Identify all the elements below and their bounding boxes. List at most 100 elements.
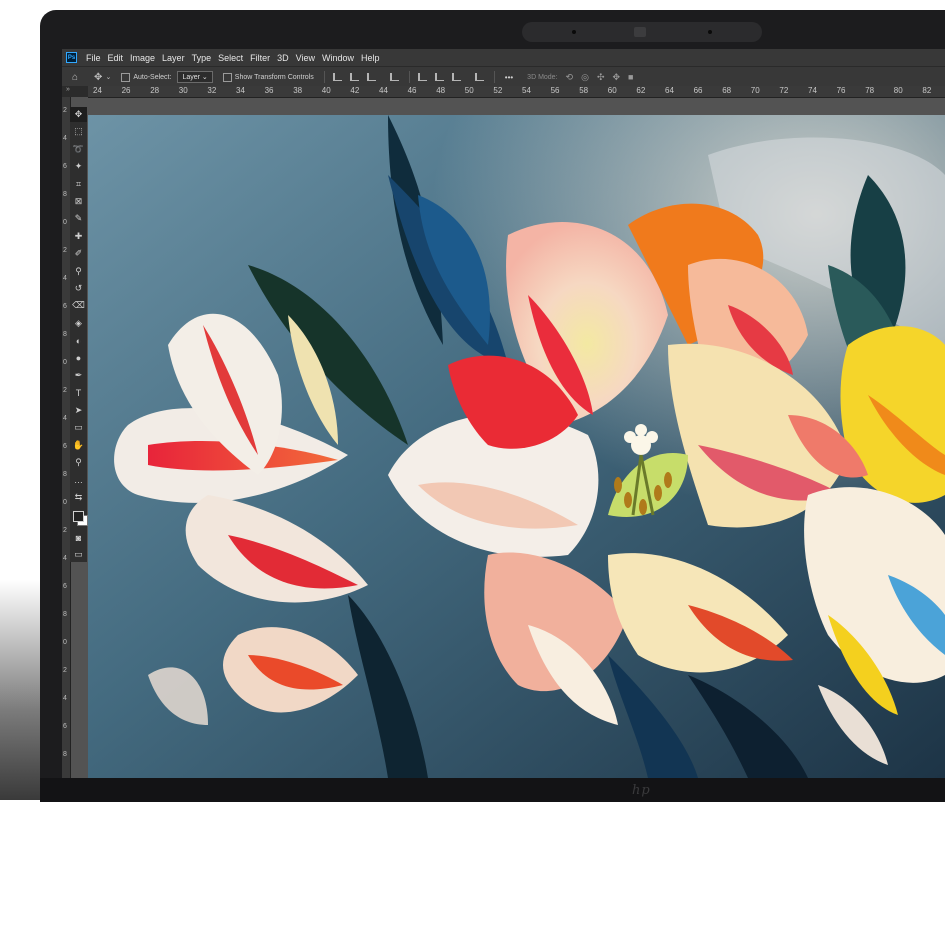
ruler-tick-label: 0 — [63, 499, 67, 506]
more-tools-icon[interactable]: … — [70, 472, 87, 487]
more-options-button[interactable]: ••• — [505, 73, 513, 82]
roll-3d-icon[interactable]: ◎ — [581, 72, 589, 83]
align-center-icon[interactable] — [349, 73, 359, 81]
magic-wand-tool-icon[interactable]: ✦ — [70, 159, 87, 174]
menu-help[interactable]: Help — [361, 53, 380, 63]
ruler-tick-label: 30 — [178, 86, 188, 95]
menu-layer[interactable]: Layer — [162, 53, 185, 63]
camera-icon — [634, 27, 646, 37]
healing-brush-tool-icon[interactable]: ✚ — [70, 229, 87, 244]
home-icon[interactable]: ⌂ — [72, 72, 78, 83]
blur-tool-icon[interactable]: ◐ — [70, 333, 87, 348]
ruler-tick-label: 76 — [836, 86, 846, 95]
screen-mode-icon[interactable]: ▭ — [70, 547, 87, 562]
history-brush-tool-icon[interactable]: ↺ — [70, 281, 87, 296]
options-bar: ⌂ ✥ ⌄ Auto-Select: Layer ⌄ Show Transfor… — [62, 66, 945, 87]
show-transform-label: Show Transform Controls — [234, 73, 314, 81]
ruler-tick-label: 70 — [750, 86, 760, 95]
ruler-tick-label: 52 — [493, 86, 503, 95]
eraser-tool-icon[interactable]: ⌫ — [70, 298, 87, 313]
quick-mask-icon[interactable]: ◙ — [70, 530, 87, 545]
ruler-tick-label: 44 — [379, 86, 388, 95]
clone-stamp-tool-icon[interactable]: ⚲ — [70, 264, 87, 279]
ruler-tick-label: 82 — [922, 86, 932, 95]
path-selection-tool-icon[interactable]: ➤ — [70, 403, 87, 418]
laptop-bottom-bezel — [40, 778, 945, 802]
rectangle-tool-icon[interactable]: ▭ — [70, 420, 87, 435]
ruler-tick-label: 8 — [63, 331, 67, 338]
slide-3d-icon[interactable]: ✥ — [612, 72, 620, 83]
menu-edit[interactable]: Edit — [108, 53, 124, 63]
ruler-tick-label: 8 — [63, 751, 67, 758]
pen-tool-icon[interactable]: ✒ — [70, 368, 87, 383]
ruler-tick-label: 68 — [722, 86, 732, 95]
brush-tool-icon[interactable]: ✐ — [70, 246, 87, 261]
hand-tool-icon[interactable]: ✋ — [70, 438, 87, 453]
ruler-tick-label: 38 — [293, 86, 303, 95]
auto-select-checkbox[interactable] — [121, 72, 131, 82]
menu-window[interactable]: Window — [322, 53, 354, 63]
align-top-icon[interactable] — [417, 73, 427, 81]
default-colors-icon[interactable]: ⇆ — [70, 490, 87, 505]
ruler-tick-label: 2 — [63, 527, 67, 534]
document-canvas[interactable] — [88, 115, 945, 778]
menu-filter[interactable]: Filter — [250, 53, 270, 63]
ruler-tick-label: 60 — [607, 86, 617, 95]
ruler-tick-label: 8 — [63, 611, 67, 618]
menu-3d[interactable]: 3D — [277, 53, 289, 63]
distribute-icon[interactable] — [389, 73, 399, 81]
align-right-icon[interactable] — [366, 73, 376, 81]
menu-image[interactable]: Image — [130, 53, 155, 63]
dodge-tool-icon[interactable]: ● — [70, 351, 87, 366]
ruler-tick-label: 4 — [63, 135, 67, 142]
expand-panels-icon[interactable]: » — [66, 86, 70, 93]
camera-3d-icon[interactable]: ■ — [628, 72, 633, 82]
menu-select[interactable]: Select — [218, 53, 243, 63]
align-left-icon[interactable] — [332, 73, 342, 81]
chevron-down-icon[interactable]: ⌄ — [105, 73, 111, 81]
ruler-tick-label: 36 — [264, 86, 274, 95]
menu-file[interactable]: File — [86, 53, 101, 63]
auto-select-dropdown[interactable]: Layer ⌄ — [177, 71, 213, 83]
type-tool-icon[interactable]: T — [70, 385, 87, 400]
ruler-tick-label: 24 — [93, 86, 102, 95]
ruler-tick-label: 4 — [63, 555, 67, 562]
align-middle-icon[interactable] — [434, 73, 444, 81]
lasso-tool-icon[interactable]: ➰ — [70, 142, 87, 157]
ruler-tick-label: 64 — [665, 86, 674, 95]
ruler-tick-label: 8 — [63, 471, 67, 478]
3d-mode-label: 3D Mode: — [527, 73, 558, 81]
menu-view[interactable]: View — [296, 53, 315, 63]
laptop-shadow — [0, 580, 40, 800]
crop-tool-icon[interactable]: ⌗ — [70, 177, 87, 192]
menu-type[interactable]: Type — [192, 53, 212, 63]
move-icon[interactable]: ✥ — [94, 72, 102, 83]
ruler-tick-label: 8 — [63, 191, 67, 198]
show-transform-checkbox[interactable] — [222, 72, 232, 82]
move-tool-icon[interactable]: ✥ — [70, 107, 87, 122]
ruler-tick-label: 2 — [63, 387, 67, 394]
eyedropper-tool-icon[interactable]: ✎ — [70, 211, 87, 226]
paint-bucket-tool-icon[interactable]: ◈ — [70, 316, 87, 331]
ruler-tick-label: 74 — [808, 86, 817, 95]
pan-3d-icon[interactable]: ✣ — [597, 72, 605, 83]
divider — [323, 71, 325, 83]
ruler-tick-label: 62 — [636, 86, 646, 95]
ruler-tick-label: 2 — [63, 667, 67, 674]
tools-panel: ◙ ▭ ✥ ⬚ ➰ ✦ ⌗ ⊠ ✎ ✚ ✐ ⚲ ↺ ⌫ ◈ ◐ ● ✒ T ➤ ▭ ✋ ⚲ … ⇆ — [70, 107, 88, 562]
orbit-3d-icon[interactable]: ⟲ — [566, 72, 574, 83]
distribute-vertical-icon[interactable] — [474, 73, 484, 81]
ruler-tick-label: 26 — [121, 86, 131, 95]
flower-artwork — [88, 115, 945, 778]
align-bottom-icon[interactable] — [451, 73, 461, 81]
foreground-color-swatch[interactable] — [73, 511, 84, 522]
ruler-tick-label: 42 — [350, 86, 360, 95]
ruler-tick-label: 6 — [63, 583, 67, 590]
ruler-tick-label: 80 — [893, 86, 903, 95]
frame-tool-icon[interactable]: ⊠ — [70, 194, 87, 209]
zoom-tool-icon[interactable]: ⚲ — [70, 455, 87, 470]
ruler-tick-label: 56 — [550, 86, 560, 95]
marquee-tool-icon[interactable]: ⬚ — [70, 124, 87, 139]
divider — [408, 71, 410, 83]
ruler-tick-label: 4 — [63, 695, 67, 702]
